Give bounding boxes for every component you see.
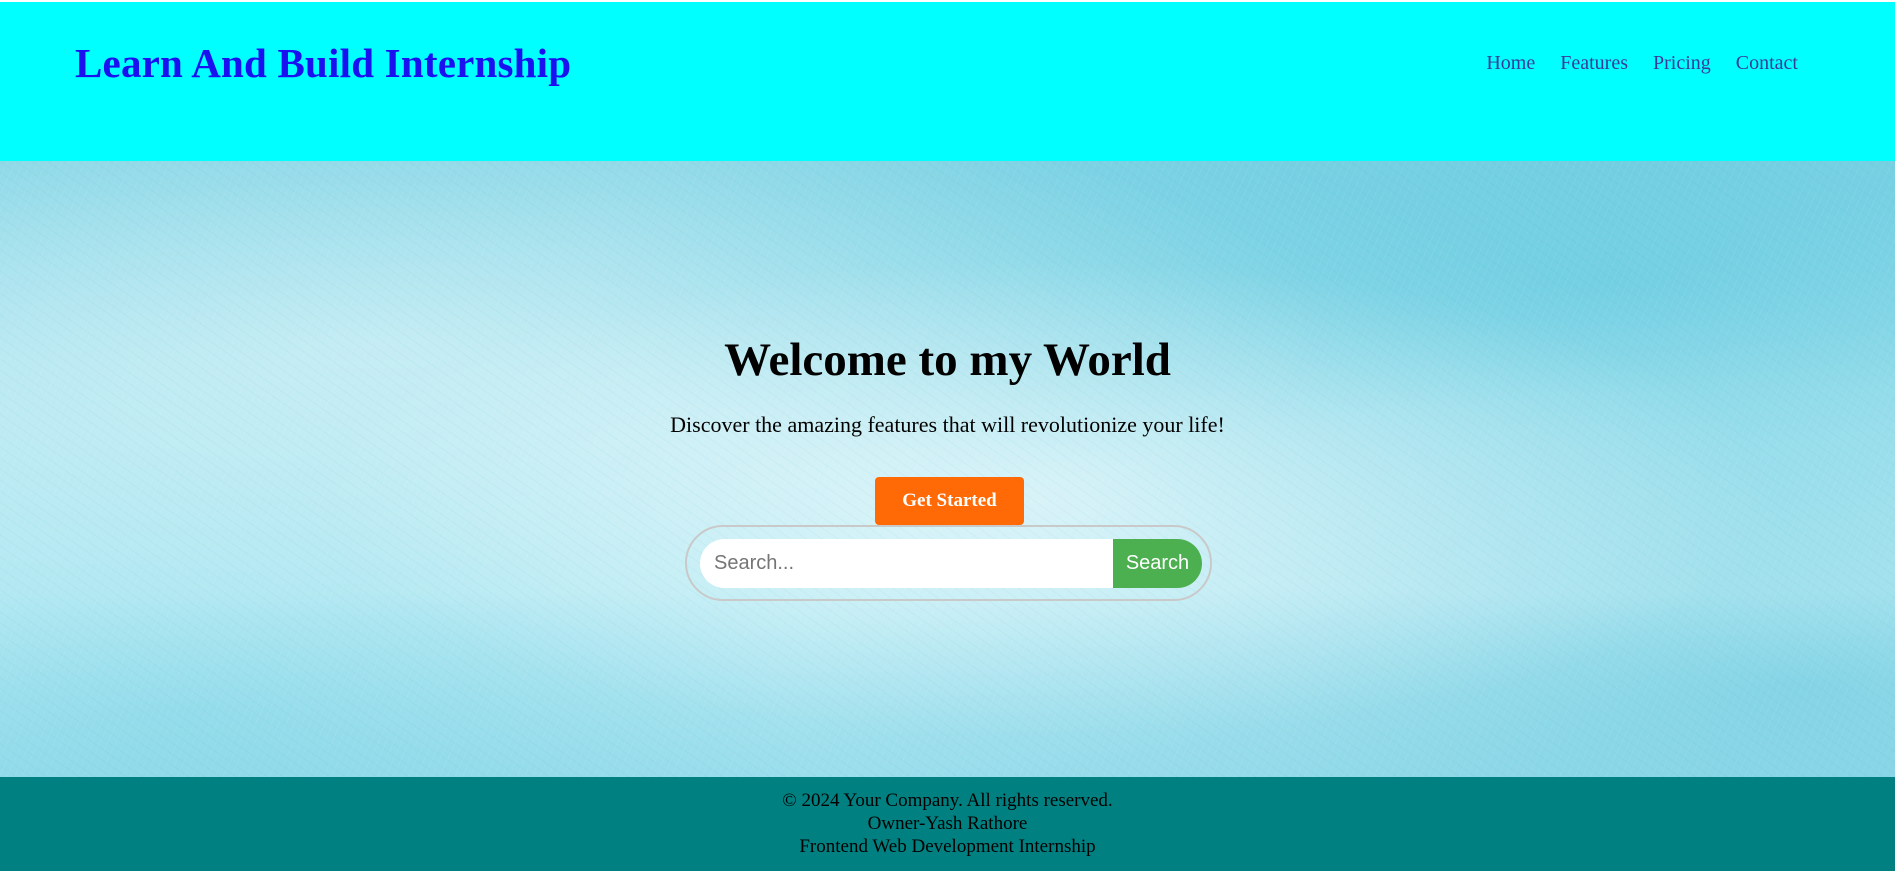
nav-link-features[interactable]: Features <box>1560 52 1628 75</box>
hero-background-texture <box>0 161 1895 777</box>
site-footer: © 2024 Your Company. All rights reserved… <box>0 777 1895 871</box>
footer-program: Frontend Web Development Internship <box>799 836 1096 857</box>
hero-title: Welcome to my World <box>724 334 1171 386</box>
hero-section: Welcome to my World Discover the amazing… <box>0 161 1895 777</box>
nav-link-home[interactable]: Home <box>1486 52 1535 75</box>
search-input[interactable] <box>700 539 1113 588</box>
nav-link-contact[interactable]: Contact <box>1736 52 1798 75</box>
get-started-button[interactable]: Get Started <box>875 477 1024 525</box>
site-brand-title: Learn And Build Internship <box>75 40 572 86</box>
search-bar: Search <box>685 525 1212 601</box>
footer-owner: Owner-Yash Rathore <box>867 813 1028 834</box>
site-header: Learn And Build Internship Home Features… <box>0 2 1895 161</box>
hero-subtitle: Discover the amazing features that will … <box>670 412 1225 437</box>
footer-copyright: © 2024 Your Company. All rights reserved… <box>782 790 1113 811</box>
search-button[interactable]: Search <box>1113 539 1202 588</box>
nav-link-pricing[interactable]: Pricing <box>1653 52 1711 75</box>
main-nav: Home Features Pricing Contact <box>1486 52 1798 75</box>
